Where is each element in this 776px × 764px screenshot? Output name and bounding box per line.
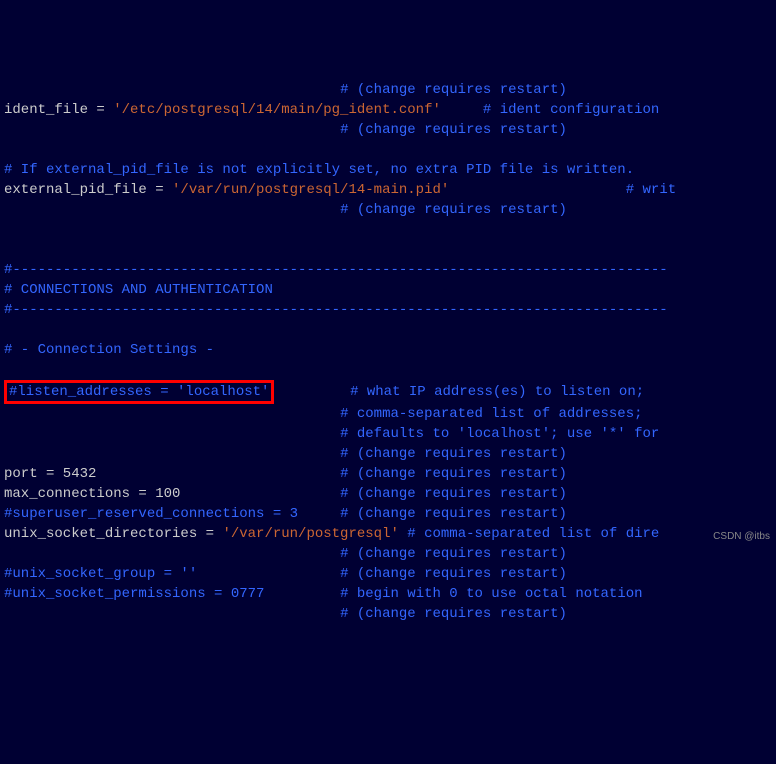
config-file-editor[interactable]: # (change requires restart) ident_file =… — [0, 80, 776, 624]
line-19-port: port = 5432 — [4, 466, 96, 482]
line-21-superuser: #superuser_reserved_connections = 3 — [4, 506, 298, 522]
line-25-socket-perms: #unix_socket_permissions = 0777 — [4, 586, 264, 602]
line-20-maxconn: max_connections = 100 — [4, 486, 180, 502]
line-22-comment: # comma-separated list of dire — [407, 526, 659, 542]
line-23-comment: # (change requires restart) — [340, 546, 567, 562]
line-24-pad — [197, 566, 340, 582]
line-21-pad — [298, 506, 340, 522]
line-21-comment: # (change requires restart) — [340, 506, 567, 522]
line-17-pad — [4, 426, 340, 442]
line-5-comment: # writ — [626, 182, 676, 198]
line-24-comment: # (change requires restart) — [340, 566, 567, 582]
section-divider-bottom: #---------------------------------------… — [4, 302, 668, 318]
line-24-socket-group: #unix_socket_group = '' — [4, 566, 197, 582]
line-4-comment: # If external_pid_file is not explicitly… — [4, 162, 634, 178]
line-19-comment: # (change requires restart) — [340, 466, 567, 482]
line-26-pad — [4, 606, 340, 622]
line-1-comment: # ident configuration — [483, 102, 668, 118]
line-22-value: '/var/run/postgresql' — [222, 526, 398, 542]
section-divider-top: #---------------------------------------… — [4, 262, 668, 278]
line-1-key: ident_file = — [4, 102, 113, 118]
line-20-comment: # (change requires restart) — [340, 486, 567, 502]
line-26-comment: # (change requires restart) — [340, 606, 567, 622]
line-18-pad — [4, 446, 340, 462]
line-1-value: '/etc/postgresql/14/main/pg_ident.conf' — [113, 102, 441, 118]
line-0-pad — [4, 82, 340, 98]
line-2-pad — [4, 122, 340, 138]
line-2-comment: # (change requires restart) — [340, 122, 567, 138]
line-17-comment: # defaults to 'localhost'; use '*' for — [340, 426, 659, 442]
line-15-comment: # what IP address(es) to listen on; — [350, 384, 644, 400]
line-5-value: '/var/run/postgresql/14-main.pid' — [172, 182, 449, 198]
line-22-key: unix_socket_directories = — [4, 526, 222, 542]
line-20-pad — [180, 486, 340, 502]
line-23-pad — [4, 546, 340, 562]
line-25-comment: # begin with 0 to use octal notation — [340, 586, 642, 602]
line-18-comment: # (change requires restart) — [340, 446, 567, 462]
line-16-comment: # comma-separated list of addresses; — [340, 406, 642, 422]
line-1-pad — [441, 102, 483, 118]
line-16-pad — [4, 406, 340, 422]
line-19-pad — [96, 466, 340, 482]
line-5-key: external_pid_file = — [4, 182, 172, 198]
watermark: CSDN @itbs — [713, 527, 770, 547]
line-25-pad — [264, 586, 340, 602]
line-5-pad — [449, 182, 625, 198]
line-6-comment: # (change requires restart) — [340, 202, 567, 218]
line-15-pad — [274, 384, 350, 400]
line-0-comment: # (change requires restart) — [340, 82, 567, 98]
section-heading: # CONNECTIONS AND AUTHENTICATION — [4, 282, 273, 298]
line-6-pad — [4, 202, 340, 218]
subsection-heading: # - Connection Settings - — [4, 342, 214, 358]
highlighted-listen-addresses: #listen_addresses = 'localhost' — [4, 380, 274, 404]
